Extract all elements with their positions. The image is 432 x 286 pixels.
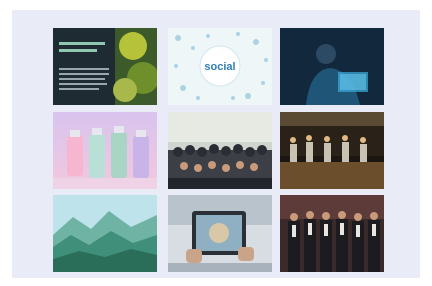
gallery-item-report-cover[interactable]	[53, 28, 157, 105]
gallery-item-tablet-photo[interactable]	[168, 195, 272, 272]
social-logo-text: social	[204, 61, 235, 73]
gallery-item-stage-panel[interactable]	[280, 112, 384, 189]
gallery-item-product-bottles[interactable]	[53, 112, 157, 189]
gallery-item-mountain-landscape[interactable]	[53, 195, 157, 272]
gallery-item-social-logo[interactable]: social	[168, 28, 272, 105]
product-bottles-image	[53, 112, 157, 189]
formal-group-image	[280, 195, 384, 272]
report-cover-image	[53, 28, 157, 105]
social-logo-image: social	[168, 28, 272, 105]
gallery-panel: social	[12, 10, 420, 278]
gallery-item-person-computer[interactable]	[280, 28, 384, 105]
tablet-photo-image	[168, 195, 272, 272]
person-at-computer-image	[280, 28, 384, 105]
mountain-landscape-image	[53, 195, 157, 272]
gallery-item-formal-group[interactable]	[280, 195, 384, 272]
group-photo-image	[168, 112, 272, 189]
stage-panel-image	[280, 112, 384, 189]
gallery-item-group-photo[interactable]	[168, 112, 272, 189]
